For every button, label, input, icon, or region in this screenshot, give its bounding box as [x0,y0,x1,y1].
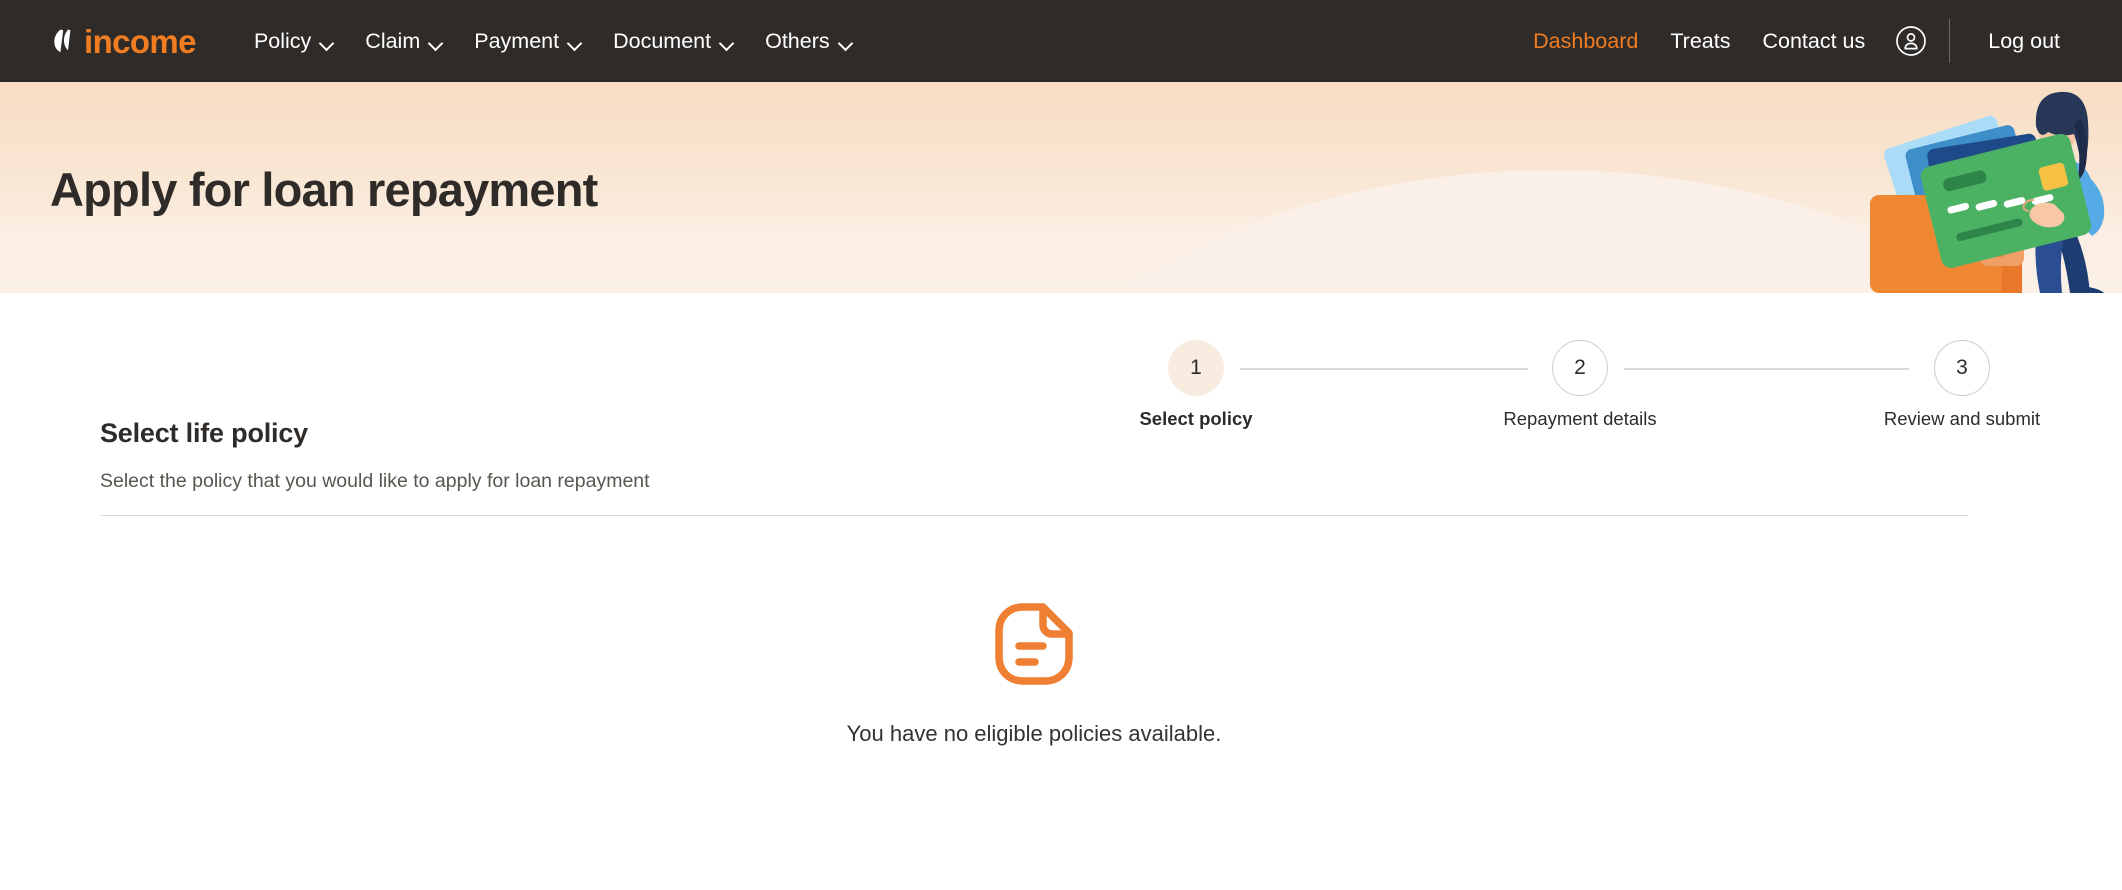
page-hero-banner: Apply for loan repayment [0,82,2122,293]
income-logo-mark [48,24,82,58]
page-title: Apply for loan repayment [50,163,598,216]
nav-link-dashboard[interactable]: Dashboard [1517,21,1654,62]
step-number-badge: 3 [1934,340,1990,396]
progress-stepper: 1 Select policy 2 Repayment details 3 Re… [596,293,2040,429]
chevron-down-icon [429,38,442,46]
step-label: Select policy [1139,408,1253,429]
nav-item-others[interactable]: Others [749,21,868,62]
nav-item-label: Others [765,28,830,53]
section-divider [100,515,1968,516]
logo-wordmark: income [84,22,197,60]
nav-item-claim[interactable]: Claim [349,21,458,62]
chevron-down-icon [839,38,852,46]
stepper-step-repayment-details[interactable]: 2 Repayment details [1500,340,1660,430]
main-content: 1 Select policy 2 Repayment details 3 Re… [0,293,2122,747]
stepper-connector-2 [1624,368,1909,370]
document-empty-icon [981,591,1087,697]
nav-link-contact-us[interactable]: Contact us [1746,21,1881,62]
account-circle-icon[interactable] [1895,25,1927,57]
nav-divider [1949,19,1951,63]
step-number-badge: 2 [1552,340,1608,396]
chevron-down-icon [320,38,333,46]
step-number-badge: 1 [1168,340,1224,396]
top-navigation-bar: income Policy Claim Payment Document Oth… [0,0,2122,82]
nav-item-document[interactable]: Document [597,21,749,62]
nav-item-policy[interactable]: Policy [238,21,349,62]
step-label: Review and submit [1883,408,2041,429]
stepper-connector-1 [1240,368,1528,370]
empty-state: You have no eligible policies available. [100,591,1968,747]
nav-item-payment[interactable]: Payment [458,21,597,62]
chevron-down-icon [568,38,581,46]
section-heading: Select life policy [100,418,308,448]
hero-illustration [1702,82,2122,293]
nav-link-treats[interactable]: Treats [1654,21,1746,62]
select-policy-section: Select life policy Select the policy tha… [50,418,2072,747]
nav-item-label: Claim [365,28,421,53]
secondary-nav: Dashboard Treats Contact us Log out [1517,19,2122,63]
stepper-step-select-policy[interactable]: 1 Select policy [1116,340,1276,430]
primary-nav: Policy Claim Payment Document Others [238,21,868,62]
stepper-step-review-and-submit[interactable]: 3 Review and submit [1882,340,2042,430]
nav-item-label: Document [613,28,712,53]
logout-button[interactable]: Log out [1972,21,2076,62]
empty-state-message: You have no eligible policies available. [846,721,1222,746]
nav-item-label: Policy [253,28,312,53]
income-logo[interactable]: income [48,22,197,60]
nav-item-label: Payment [474,28,560,53]
section-subtitle: Select the policy that you would like to… [100,470,650,492]
chevron-down-icon [720,38,733,46]
step-label: Repayment details [1503,408,1657,429]
